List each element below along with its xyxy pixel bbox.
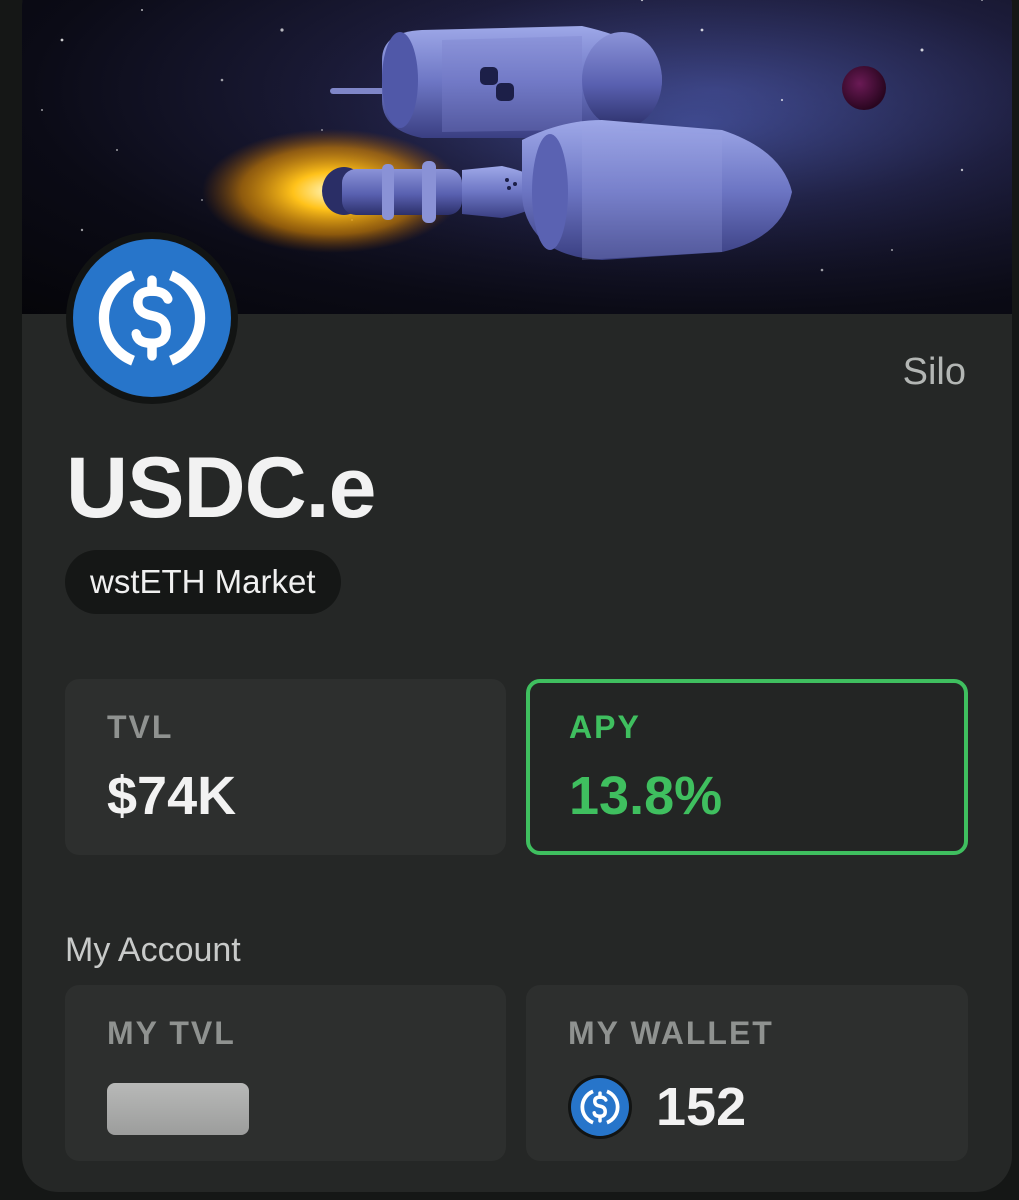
protocol-name: Silo xyxy=(902,351,966,393)
wallet-balance: 152 xyxy=(568,1073,746,1141)
apy-stat: APY 13.8% xyxy=(526,679,968,855)
my-account-heading: My Account xyxy=(65,931,241,969)
market-card[interactable]: Silo USDC.e wstETH Market TVL $74K APY 1… xyxy=(22,0,1012,1192)
usdc-icon xyxy=(73,239,231,397)
my-tvl-label: MY TVL xyxy=(107,1015,236,1051)
apy-label: APY xyxy=(569,709,641,745)
tvl-label: TVL xyxy=(107,709,174,745)
market-badge: wstETH Market xyxy=(65,550,341,614)
usdc-icon xyxy=(571,1078,629,1136)
token-symbol: USDC.e xyxy=(66,440,376,536)
wallet-token-logo xyxy=(568,1075,632,1139)
tvl-value: $74K xyxy=(107,766,237,826)
token-logo xyxy=(66,232,238,404)
wallet-value: 152 xyxy=(656,1077,747,1137)
apy-value: 13.8% xyxy=(569,766,723,826)
my-wallet-stat: MY WALLET 152 xyxy=(526,985,968,1161)
my-wallet-label: MY WALLET xyxy=(568,1015,774,1051)
my-tvl-value-hidden xyxy=(107,1083,249,1135)
my-tvl-stat: MY TVL xyxy=(65,985,506,1161)
tvl-stat: TVL $74K xyxy=(65,679,506,855)
